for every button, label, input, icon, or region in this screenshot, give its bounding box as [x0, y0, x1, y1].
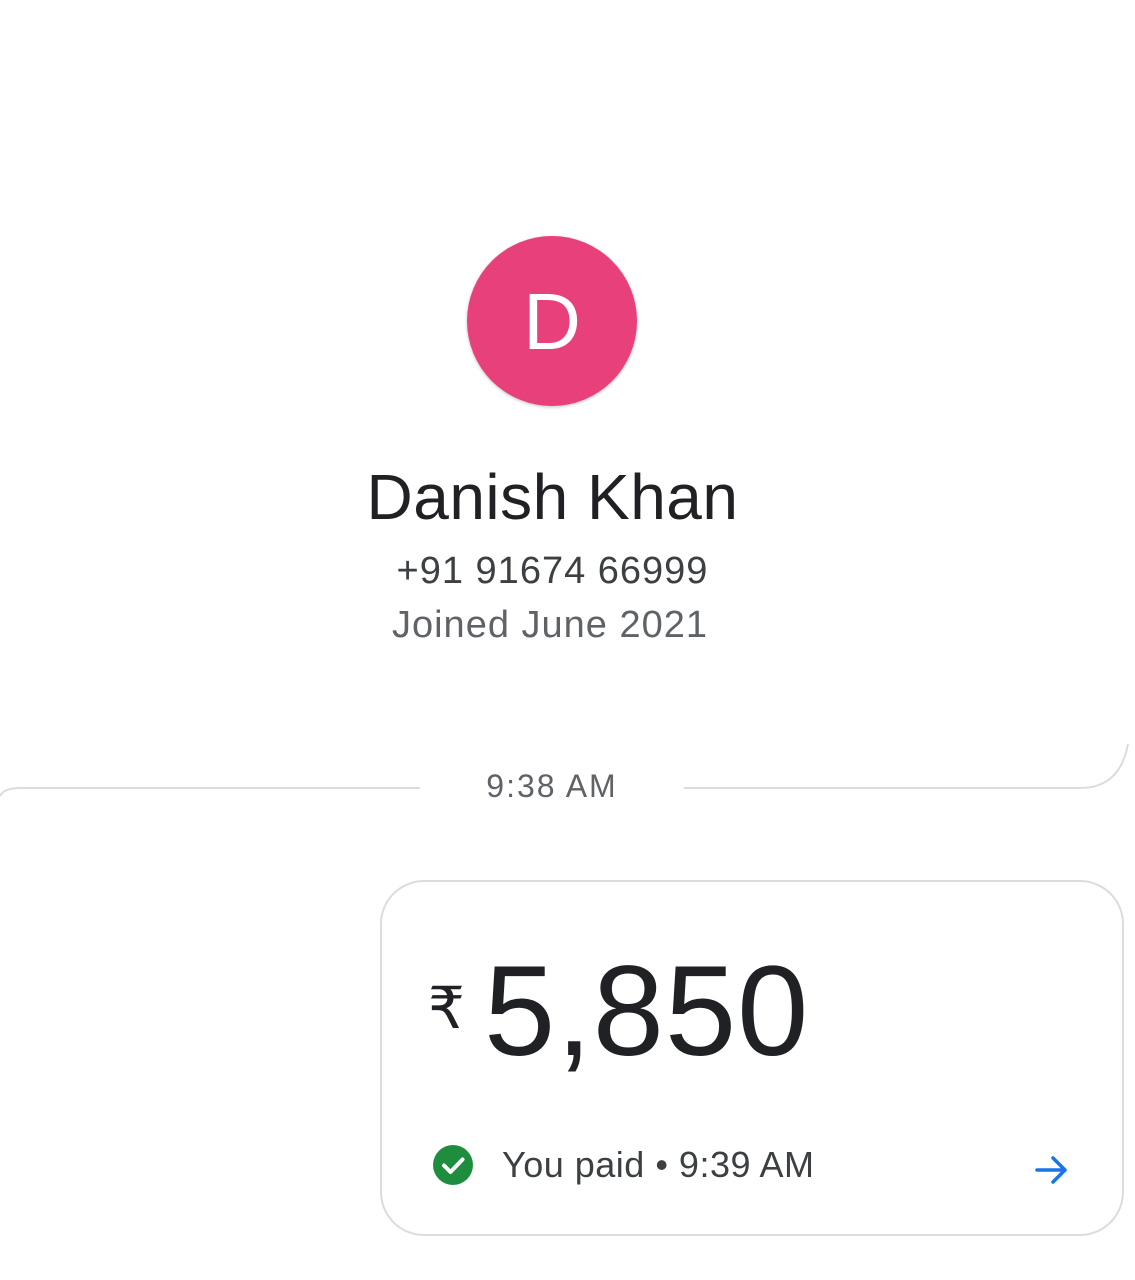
currency-symbol: ₹ — [428, 976, 465, 1041]
contact-phone: +91 91674 66999 — [396, 550, 709, 592]
payment-amount: 5,850 — [484, 940, 810, 1083]
conversation-screen: D Danish Khan +91 91674 66999 Joined Jun… — [0, 0, 1135, 1280]
arrow-right-icon[interactable] — [1032, 1150, 1072, 1190]
check-circle-icon — [433, 1145, 473, 1185]
avatar-initial: D — [523, 277, 581, 366]
payment-status-text: You paid • 9:39 AM — [502, 1144, 815, 1185]
contact-joined-date: Joined June 2021 — [391, 604, 709, 646]
avatar: D — [467, 236, 637, 406]
payment-card[interactable]: ₹ 5,850 You paid • 9:39 AM — [380, 880, 1124, 1236]
contact-name: Danish Khan — [366, 461, 739, 533]
timestamp-separator: 9:38 AM — [486, 768, 618, 804]
payment-status: You paid • 9:39 AM — [432, 1144, 815, 1186]
